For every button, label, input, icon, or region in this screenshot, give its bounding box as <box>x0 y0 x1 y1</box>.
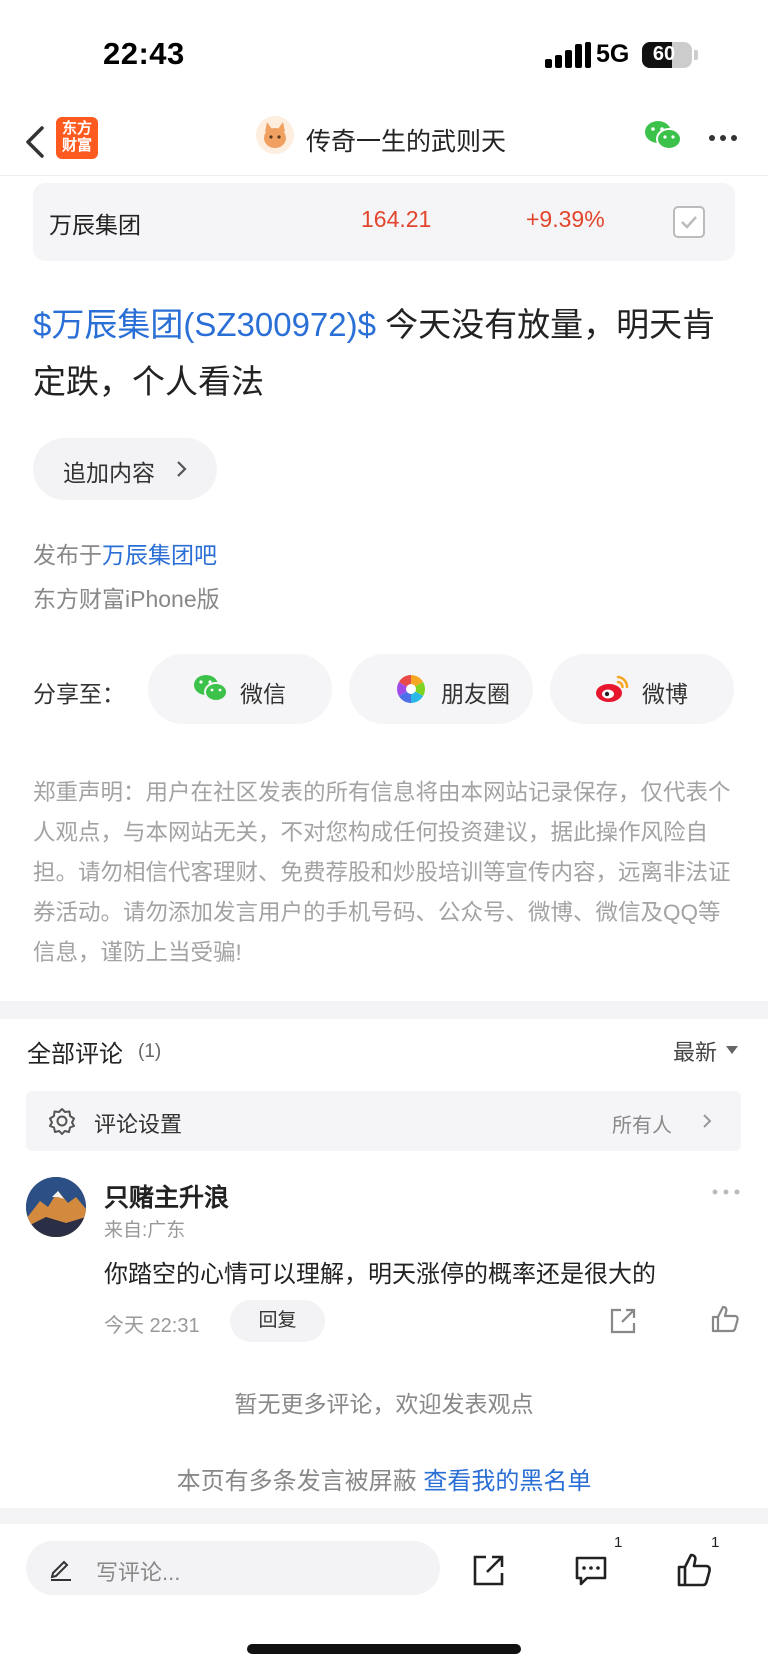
share-weibo-label: 微博 <box>642 681 688 707</box>
reply-button[interactable]: 回复 <box>230 1300 325 1342</box>
commenter-name[interactable]: 只赌主升浪 <box>104 1178 229 1214</box>
stock-tag-link[interactable]: $万辰集团(SZ300972)$ <box>33 306 376 343</box>
comment-text: 你踏空的心情可以理解，明天涨停的概率还是很大的 <box>104 1261 656 1288</box>
thumbs-up-icon[interactable] <box>710 1304 740 1334</box>
home-indicator <box>247 1644 521 1654</box>
comment-badge: 1 <box>614 1534 623 1551</box>
signal-icon <box>545 42 591 68</box>
blacklist-link[interactable]: 查看我的黑名单 <box>423 1468 591 1495</box>
commenter-avatar[interactable] <box>26 1177 86 1237</box>
append-content-label: 追加内容 <box>63 460 155 486</box>
pencil-icon <box>50 1560 71 1581</box>
gear-icon <box>49 1108 75 1135</box>
stock-change: +9.39% <box>526 206 605 232</box>
write-comment-input[interactable]: 写评论... <box>26 1541 440 1595</box>
battery-tip <box>694 50 698 60</box>
more-icon[interactable] <box>708 134 738 142</box>
share-icon[interactable] <box>471 1552 507 1588</box>
comment-settings-row[interactable]: 评论设置 所有人 <box>26 1091 741 1151</box>
comment-settings-label: 评论设置 <box>94 1112 183 1137</box>
moments-icon <box>397 675 425 703</box>
battery-percent: 60 <box>652 43 676 65</box>
client-info: 东方财富iPhone版 <box>33 586 220 612</box>
commenter-location: 来自:广东 <box>104 1220 186 1241</box>
app-logo-line1: 东方 <box>61 120 92 137</box>
write-comment-placeholder: 写评论... <box>96 1560 181 1585</box>
network-type: 5G <box>596 40 630 68</box>
stock-name: 万辰集团 <box>49 212 141 238</box>
comment-time: 今天 22:31 <box>104 1315 200 1337</box>
battery-icon: 60 <box>642 42 692 68</box>
bottom-divider <box>0 1508 768 1524</box>
share-icon[interactable] <box>608 1306 638 1336</box>
stock-card[interactable]: 万辰集团 164.21 +9.39% <box>33 183 735 261</box>
publish-info: 发布于万辰集团吧 <box>33 536 217 570</box>
comment-icon[interactable] <box>573 1552 609 1588</box>
app-logo[interactable]: 东方 财富 <box>56 117 98 159</box>
more-icon[interactable] <box>712 1189 740 1195</box>
author-name[interactable]: 传奇一生的武则天 <box>306 122 506 158</box>
disclaimer-text: 郑重声明：用户在社区发表的所有信息将由本网站记录保存，仅代表个人观点，与本网站无… <box>33 780 731 965</box>
caret-down-icon[interactable] <box>726 1046 738 1054</box>
wechat-icon <box>194 675 228 702</box>
blocked-notice: 本页有多条发言被屏蔽 查看我的黑名单 <box>0 1461 768 1496</box>
comment-settings-value: 所有人 <box>612 1115 672 1137</box>
publish-prefix: 发布于 <box>33 542 102 568</box>
status-bar: 22:43 5G 60 <box>0 0 768 110</box>
share-wechat-label: 微信 <box>240 681 286 707</box>
append-content-button[interactable]: 追加内容 <box>33 438 217 500</box>
comments-count: (1) <box>138 1041 162 1062</box>
like-badge: 1 <box>711 1534 720 1551</box>
no-more-comments: 暂无更多评论，欢迎发表观点 <box>234 1391 534 1417</box>
wechat-icon[interactable] <box>643 118 683 154</box>
share-moments-button[interactable]: 朋友圈 <box>349 654 533 724</box>
stock-bar-link[interactable]: 万辰集团吧 <box>102 542 217 568</box>
comments-title: 全部评论 <box>27 1041 123 1068</box>
share-moments-label: 朋友圈 <box>441 681 510 707</box>
status-time: 22:43 <box>103 36 185 71</box>
stock-price: 164.21 <box>361 206 432 232</box>
chevron-right-icon <box>703 1114 712 1128</box>
back-icon[interactable] <box>18 122 54 162</box>
share-weibo-button[interactable]: 微博 <box>550 654 734 724</box>
check-icon <box>681 216 697 229</box>
post-content: $万辰集团(SZ300972)$ 今天没有放量，明天肯定跌，个人看法 <box>33 296 738 410</box>
top-navbar: 东方 财富 传奇一生的武则天 <box>0 110 768 176</box>
app-logo-line2: 财富 <box>61 137 92 154</box>
blocked-text: 本页有多条发言被屏蔽 <box>176 1468 424 1495</box>
weibo-icon <box>596 675 629 702</box>
thumbs-up-icon[interactable] <box>676 1552 712 1588</box>
sort-dropdown[interactable]: 最新 <box>673 1035 717 1067</box>
section-divider <box>0 1001 768 1019</box>
share-wechat-button[interactable]: 微信 <box>148 654 332 724</box>
watchlist-checkbox[interactable] <box>673 206 705 238</box>
chevron-right-icon <box>177 461 187 477</box>
share-label: 分享至： <box>33 681 125 707</box>
author-avatar[interactable] <box>256 116 294 154</box>
